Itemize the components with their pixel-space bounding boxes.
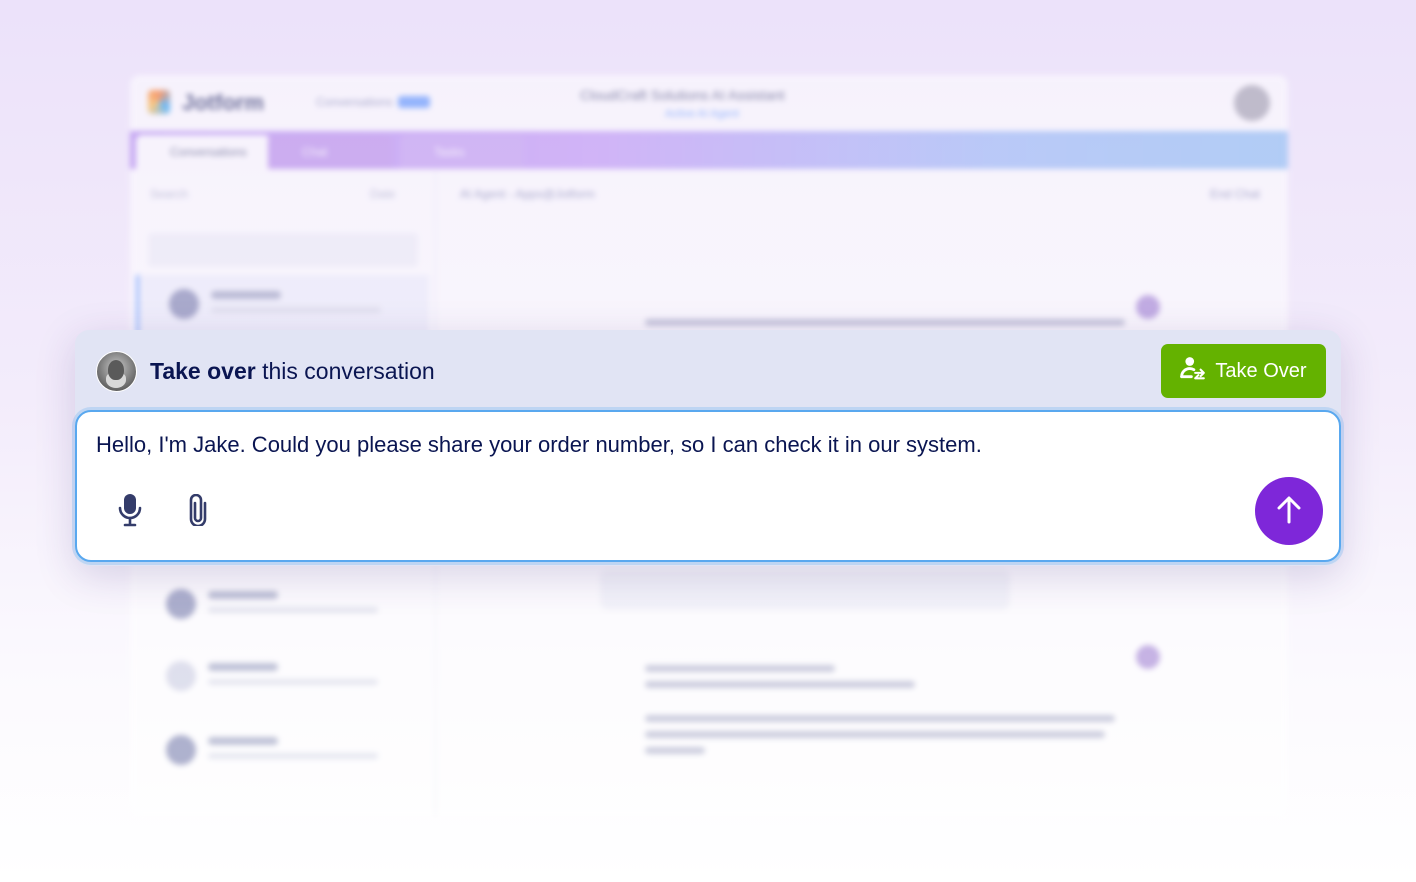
background-tab-tasks: Tasks: [400, 135, 524, 169]
microphone-button[interactable]: [112, 493, 148, 532]
background-list-header: [148, 233, 418, 267]
attach-file-button[interactable]: [180, 493, 216, 531]
background-agent-dot: [1136, 295, 1160, 319]
takeover-title: Take over this conversation: [150, 358, 435, 385]
user-switch-icon: [1180, 355, 1206, 387]
composer-message-text[interactable]: Hello, I'm Jake. Could you please share …: [96, 432, 982, 458]
background-list-item: [136, 575, 426, 637]
message-composer[interactable]: Hello, I'm Jake. Could you please share …: [75, 410, 1341, 562]
agent-avatar: [96, 351, 137, 392]
background-message-line: [645, 747, 705, 754]
arrow-up-icon: [1276, 496, 1302, 527]
background-tab-chat: Chat: [268, 135, 392, 169]
background-user-avatar: [1234, 85, 1270, 121]
takeover-title-strong: Take over: [150, 358, 256, 384]
background-tabbar: Conversations Chat Tasks: [130, 131, 1288, 169]
background-logo-text: Jotform: [182, 90, 264, 115]
background-list-item: [136, 721, 426, 783]
background-breadcrumb: Conversations: [316, 95, 393, 109]
background-tab-conversations: Conversations: [136, 135, 270, 169]
background-message-line: [645, 731, 1105, 738]
background-end-chat: End Chat: [1209, 187, 1260, 201]
background-message-line: [645, 715, 1115, 722]
background-message-line: [645, 319, 1125, 326]
background-badge: [398, 96, 430, 108]
background-agent-dot: [1136, 645, 1160, 669]
background-search: Search: [150, 187, 189, 201]
background-conversation-header: AI Agent - Apps@Jotform: [460, 187, 595, 201]
background-agent-subtitle: Active AI Agent: [665, 108, 739, 120]
microphone-icon: [118, 493, 142, 532]
background-bubble: [600, 570, 1010, 610]
background-list-item: [136, 647, 426, 709]
background-message-line: [645, 665, 835, 672]
takeover-title-rest: this conversation: [255, 358, 435, 384]
send-button[interactable]: [1255, 477, 1323, 545]
take-over-button[interactable]: Take Over: [1161, 344, 1326, 398]
background-topbar: Jotform Conversations CloudCraft Solutio…: [130, 75, 1288, 130]
jotform-logo-icon: [148, 90, 170, 114]
take-over-button-label: Take Over: [1215, 359, 1307, 382]
background-agent-title: CloudCraft Solutions AI Assistant: [580, 87, 785, 103]
background-filter: Date: [370, 187, 396, 201]
background-message-line: [645, 681, 915, 688]
background-list-item: [136, 275, 429, 337]
paperclip-icon: [187, 493, 209, 531]
